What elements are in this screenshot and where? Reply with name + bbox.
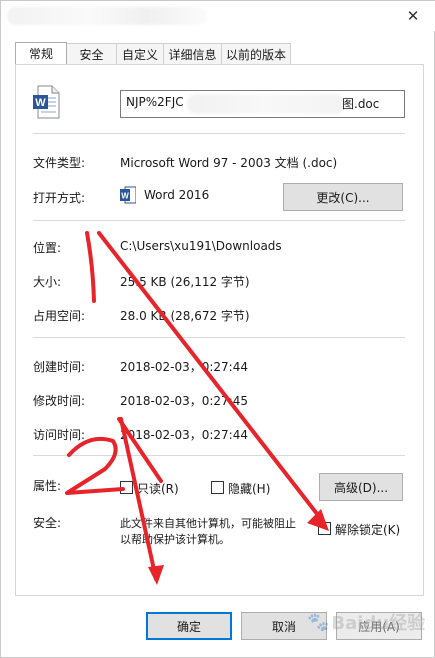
filename-suffix: 图.doc	[342, 97, 380, 111]
filename-redaction	[187, 94, 345, 114]
baidu-watermark: 🐾 Baidu经验	[307, 607, 427, 637]
properties-dialog: ✕ 常规 安全 自定义 详细信息 以前的版本 W NJP%2FJC 图.doc …	[0, 0, 435, 658]
filename-prefix: NJP%2FJC	[126, 95, 184, 109]
created-label: 创建时间:	[33, 360, 86, 374]
modified-value: 2018-02-03，0:27:45	[120, 394, 248, 408]
opens-with-value: Word 2016	[144, 188, 210, 202]
title-blurred	[7, 7, 207, 25]
change-button[interactable]: 更改(C)...	[283, 183, 403, 211]
advanced-button[interactable]: 高级(D)...	[319, 473, 403, 501]
modified-label: 修改时间:	[33, 394, 86, 408]
svg-text:W: W	[35, 97, 46, 109]
unblock-checkbox[interactable]	[318, 522, 331, 535]
general-panel: W NJP%2FJC 图.doc 文件类型: Microsoft Word 97…	[15, 64, 424, 596]
divider	[33, 337, 405, 338]
word-document-icon: W	[33, 85, 60, 119]
divider	[33, 220, 405, 221]
attributes-label: 属性:	[33, 479, 62, 493]
tab-custom[interactable]: 自定义	[116, 43, 164, 64]
close-icon: ✕	[406, 7, 420, 25]
size-label: 大小:	[33, 275, 62, 289]
accessed-value: 2018-02-03，0:27:44	[120, 428, 248, 442]
file-type-value: Microsoft Word 97 - 2003 文档 (.doc)	[120, 156, 338, 170]
tab-general[interactable]: 常规	[15, 42, 67, 64]
opens-with-label: 打开方式:	[33, 191, 86, 205]
tab-strip: 常规 安全 自定义 详细信息 以前的版本	[15, 42, 291, 64]
created-value: 2018-02-03，0:27:44	[120, 360, 248, 374]
hidden-label[interactable]: 隐藏(H)	[228, 480, 270, 497]
security-label: 安全:	[33, 516, 62, 530]
divider	[33, 133, 405, 134]
svg-text:W: W	[121, 192, 129, 201]
security-message-line1: 此文件来自其他计算机，可能被阻止	[120, 517, 296, 530]
paw-icon: 🐾	[307, 611, 330, 633]
watermark-text: Baidu经验	[331, 613, 426, 634]
readonly-checkbox[interactable]	[120, 481, 133, 494]
size-on-disk-value: 28.0 KB (28,672 字节)	[120, 309, 250, 323]
tab-security[interactable]: 安全	[66, 43, 117, 64]
readonly-label[interactable]: 只读(R)	[137, 480, 179, 497]
close-button[interactable]: ✕	[396, 3, 430, 29]
ok-button[interactable]: 确定	[146, 612, 232, 640]
title-bar: ✕	[1, 1, 435, 31]
security-message-line2: 以帮助保护该计算机。	[120, 533, 230, 546]
location-label: 位置:	[33, 241, 62, 255]
unblock-label[interactable]: 解除锁定(K)	[335, 521, 400, 538]
location-value: C:\Users\xu191\Downloads	[120, 239, 282, 253]
divider	[33, 455, 405, 456]
filename-field[interactable]: NJP%2FJC 图.doc	[120, 90, 405, 118]
word-app-icon: W	[120, 186, 136, 204]
size-on-disk-label: 占用空间:	[33, 309, 86, 323]
tab-details[interactable]: 详细信息	[163, 43, 222, 64]
size-value: 25.5 KB (26,112 字节)	[120, 275, 250, 289]
file-type-label: 文件类型:	[33, 156, 86, 170]
tab-previous-versions[interactable]: 以前的版本	[221, 43, 291, 64]
hidden-checkbox[interactable]	[211, 481, 224, 494]
accessed-label: 访问时间:	[33, 428, 86, 442]
